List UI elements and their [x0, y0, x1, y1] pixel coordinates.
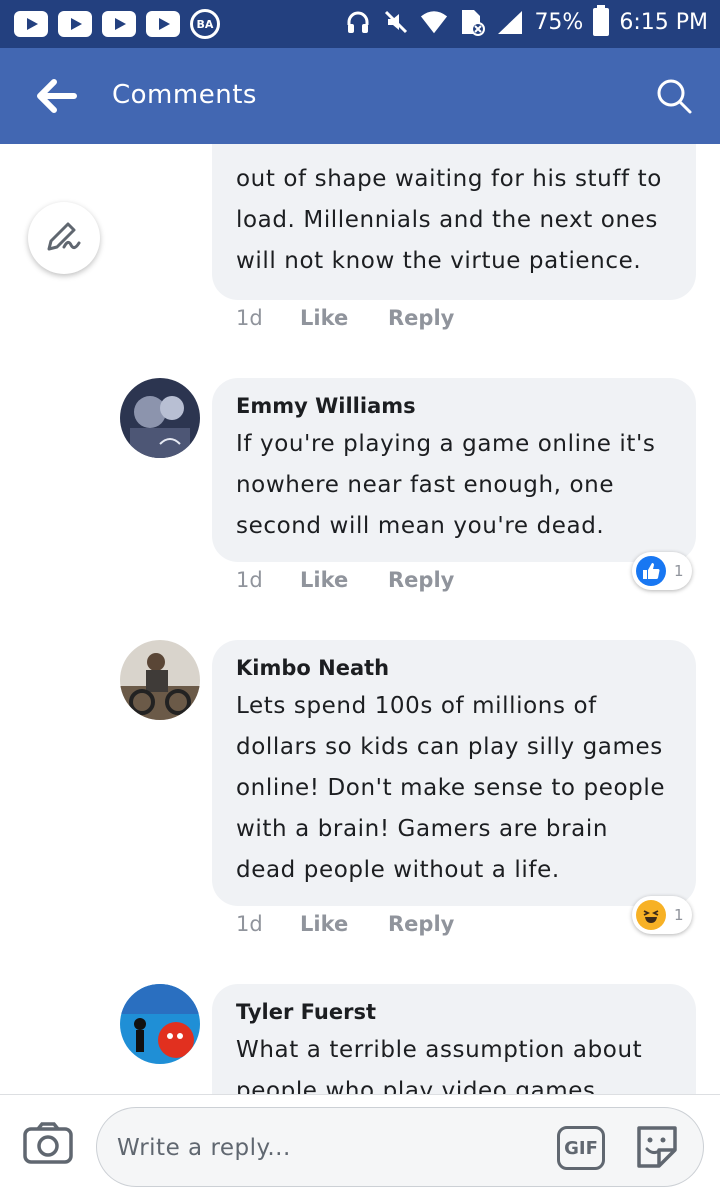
comment-bubble[interactable]: Tyler Fuerst What a terrible assumption … [212, 984, 696, 1094]
like-button[interactable]: Like [300, 306, 388, 330]
wifi-icon [420, 8, 448, 36]
search-icon [657, 79, 692, 114]
compose-button[interactable] [28, 202, 100, 274]
haha-icon [636, 900, 666, 930]
search-button[interactable] [654, 76, 694, 116]
gif-button[interactable]: GIF [557, 1126, 605, 1170]
comment-actions: 1d Like Reply [236, 912, 454, 936]
reply-input[interactable] [117, 1128, 537, 1168]
camera-button[interactable] [22, 1121, 74, 1165]
arrow-left-icon [37, 79, 77, 113]
battery-icon [593, 5, 610, 36]
avatar[interactable] [120, 640, 200, 720]
notification-icons: BA [14, 9, 220, 39]
sticker-icon [637, 1126, 677, 1168]
youtube-notification-icon [14, 11, 48, 37]
comments-feed[interactable]: out of shape waiting for his stuff to lo… [0, 144, 720, 1094]
pencil-icon [47, 222, 81, 251]
comment-time: 1d [236, 912, 263, 936]
reaction-summary[interactable]: 1 [632, 552, 692, 590]
like-button[interactable]: Like [300, 912, 388, 936]
battery-percent: 75% [534, 9, 584, 35]
reply-button[interactable]: Reply [388, 912, 454, 936]
avatar[interactable] [120, 984, 200, 1064]
comment-author[interactable]: Tyler Fuerst [236, 1000, 672, 1024]
app-bar: Comments [0, 48, 720, 144]
reaction-summary[interactable]: 1 [632, 896, 692, 934]
youtube-notification-icon [146, 11, 180, 37]
muted-icon [382, 8, 410, 36]
reply-button[interactable]: Reply [388, 568, 454, 592]
comment-text: If you're playing a game online it's now… [236, 431, 656, 539]
reaction-count: 1 [674, 562, 684, 580]
back-button[interactable] [34, 76, 78, 116]
reply-composer: GIF [0, 1094, 720, 1199]
thumbs-up-icon [636, 556, 666, 586]
like-button[interactable]: Like [300, 568, 388, 592]
camera-icon [23, 1122, 73, 1164]
comment-actions: 1d Like Reply [236, 306, 454, 330]
comment-actions: 1d Like Reply [236, 568, 454, 592]
sticker-button[interactable] [633, 1122, 681, 1172]
comment-bubble[interactable]: out of shape waiting for his stuff to lo… [212, 144, 696, 300]
youtube-notification-icon [102, 11, 136, 37]
comment-bubble[interactable]: Kimbo Neath Lets spend 100s of millions … [212, 640, 696, 906]
clock: 6:15 PM [619, 9, 708, 35]
comment-time: 1d [236, 568, 263, 592]
reply-input-container[interactable]: GIF [96, 1107, 704, 1187]
signal-icon [496, 8, 524, 36]
ba-badge-icon: BA [190, 9, 220, 39]
comment-bubble[interactable]: Emmy Williams If you're playing a game o… [212, 378, 696, 562]
avatar[interactable] [120, 378, 200, 458]
comment-text: out of shape waiting for his stuff to lo… [236, 166, 662, 274]
system-icons: 75% 6:15 PM [344, 5, 708, 36]
reply-button[interactable]: Reply [388, 306, 454, 330]
headphones-icon [344, 8, 372, 36]
page-title: Comments [112, 80, 257, 110]
comment-text: Lets spend 100s of millions of dollars s… [236, 693, 666, 883]
data-icon [458, 8, 486, 36]
comment-text: What a terrible assumption about people … [236, 1037, 643, 1094]
youtube-notification-icon [58, 11, 92, 37]
comment-time: 1d [236, 306, 263, 330]
comment-author[interactable]: Emmy Williams [236, 394, 672, 418]
reaction-count: 1 [674, 906, 684, 924]
status-bar: BA 75% 6:15 PM [0, 0, 720, 48]
comment-author[interactable]: Kimbo Neath [236, 656, 672, 680]
